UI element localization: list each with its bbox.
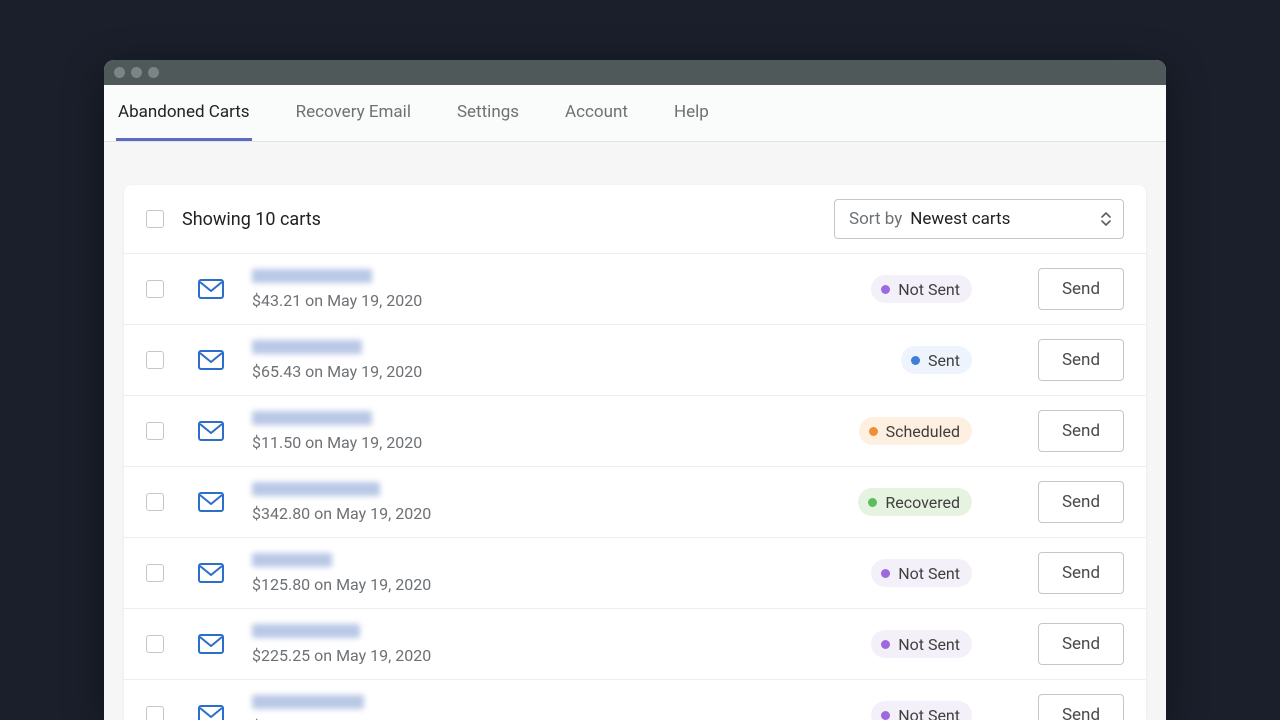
select-chevrons-icon (1101, 212, 1111, 226)
tab-abandoned-carts[interactable]: Abandoned Carts (116, 85, 252, 141)
send-button[interactable]: Send (1038, 481, 1124, 523)
send-button[interactable]: Send (1038, 623, 1124, 665)
row-checkbox[interactable] (146, 635, 164, 653)
cart-info: $225.25 on May 19, 2020 (252, 624, 853, 665)
send-button[interactable]: Send (1038, 552, 1124, 594)
status-dot-icon (881, 711, 890, 720)
status-badge: Scheduled (859, 417, 972, 445)
status-badge: Not Sent (871, 275, 972, 303)
send-button[interactable]: Send (1038, 410, 1124, 452)
send-button[interactable]: Send (1038, 694, 1124, 720)
window-titlebar (104, 60, 1166, 85)
mail-icon[interactable] (196, 705, 226, 720)
status-badge: Sent (901, 346, 972, 374)
window-zoom-dot[interactable] (148, 67, 159, 78)
cart-meta: $65.43 on May 19, 2020 (252, 362, 883, 381)
cart-row: $65.43 on May 19, 2020 Sent Send (124, 324, 1146, 395)
send-button[interactable]: Send (1038, 339, 1124, 381)
cart-row: $342.80 on May 19, 2020 Recovered Send (124, 466, 1146, 537)
cart-row: $125.80 on May 19, 2020 Not Sent Send (124, 537, 1146, 608)
status-badge: Not Sent (871, 559, 972, 587)
cart-info: $65.43 on May 19, 2020 (252, 340, 883, 381)
status-dot-icon (881, 640, 890, 649)
status-label: Not Sent (898, 706, 960, 720)
cart-meta: $178.90 on May 19, 2020 (252, 717, 853, 720)
status-dot-icon (868, 498, 877, 507)
tab-settings[interactable]: Settings (455, 85, 521, 141)
status-dot-icon (911, 356, 920, 365)
tab-recovery-email[interactable]: Recovery Email (294, 85, 413, 141)
status-dot-icon (881, 285, 890, 294)
cart-meta: $225.25 on May 19, 2020 (252, 646, 853, 665)
status-label: Not Sent (898, 564, 960, 583)
carts-panel: Showing 10 carts Sort by Newest carts $4… (124, 185, 1146, 720)
status-label: Sent (928, 351, 960, 370)
tabs-nav: Abandoned Carts Recovery Email Settings Acc… (104, 85, 1166, 142)
status-dot-icon (869, 427, 878, 436)
sort-by-label: Sort by (849, 209, 902, 229)
row-checkbox[interactable] (146, 706, 164, 720)
cart-row: $178.90 on May 19, 2020 Not Sent Send (124, 679, 1146, 720)
customer-name-redacted[interactable] (252, 269, 372, 283)
select-all-checkbox[interactable] (146, 210, 164, 228)
send-button[interactable]: Send (1038, 268, 1124, 310)
window-minimize-dot[interactable] (131, 67, 142, 78)
status-label: Recovered (885, 493, 960, 512)
mail-icon[interactable] (196, 421, 226, 441)
mail-icon[interactable] (196, 492, 226, 512)
status-dot-icon (881, 569, 890, 578)
cart-row: $11.50 on May 19, 2020 Scheduled Send (124, 395, 1146, 466)
cart-info: $43.21 on May 19, 2020 (252, 269, 853, 310)
app-window: Abandoned Carts Recovery Email Settings Acc… (104, 60, 1166, 720)
carts-list: $43.21 on May 19, 2020Not SentSend$65.43… (124, 253, 1146, 720)
cart-meta: $342.80 on May 19, 2020 (252, 504, 840, 523)
status-label: Not Sent (898, 635, 960, 654)
row-checkbox[interactable] (146, 351, 164, 369)
row-checkbox[interactable] (146, 493, 164, 511)
sort-select[interactable]: Sort by Newest carts (834, 199, 1124, 239)
customer-name-redacted[interactable] (252, 695, 364, 709)
cart-meta: $125.80 on May 19, 2020 (252, 575, 853, 594)
mail-icon[interactable] (196, 634, 226, 654)
mail-icon[interactable] (196, 350, 226, 370)
row-checkbox[interactable] (146, 422, 164, 440)
status-badge: Not Sent (871, 701, 972, 720)
window-close-dot[interactable] (114, 67, 125, 78)
cart-info: $178.90 on May 19, 2020 (252, 695, 853, 720)
tab-account[interactable]: Account (563, 85, 630, 141)
cart-info: $342.80 on May 19, 2020 (252, 482, 840, 523)
status-label: Not Sent (898, 280, 960, 299)
cart-meta: $43.21 on May 19, 2020 (252, 291, 853, 310)
customer-name-redacted[interactable] (252, 482, 380, 496)
cart-info: $11.50 on May 19, 2020 (252, 411, 841, 452)
mail-icon[interactable] (196, 279, 226, 299)
status-badge: Not Sent (871, 630, 972, 658)
panel-header: Showing 10 carts Sort by Newest carts (124, 185, 1146, 253)
customer-name-redacted[interactable] (252, 624, 360, 638)
cart-row: $225.25 on May 19, 2020 Not Sent Send (124, 608, 1146, 679)
customer-name-redacted[interactable] (252, 553, 332, 567)
row-checkbox[interactable] (146, 280, 164, 298)
cart-info: $125.80 on May 19, 2020 (252, 553, 853, 594)
customer-name-redacted[interactable] (252, 411, 372, 425)
tab-help[interactable]: Help (672, 85, 711, 141)
customer-name-redacted[interactable] (252, 340, 362, 354)
status-label: Scheduled (886, 422, 960, 441)
status-badge: Recovered (858, 488, 972, 516)
cart-meta: $11.50 on May 19, 2020 (252, 433, 841, 452)
sort-by-value: Newest carts (910, 209, 1010, 229)
cart-row: $43.21 on May 19, 2020 Not Sent Send (124, 253, 1146, 324)
row-checkbox[interactable] (146, 564, 164, 582)
mail-icon[interactable] (196, 563, 226, 583)
carts-count-label: Showing 10 carts (182, 209, 321, 230)
